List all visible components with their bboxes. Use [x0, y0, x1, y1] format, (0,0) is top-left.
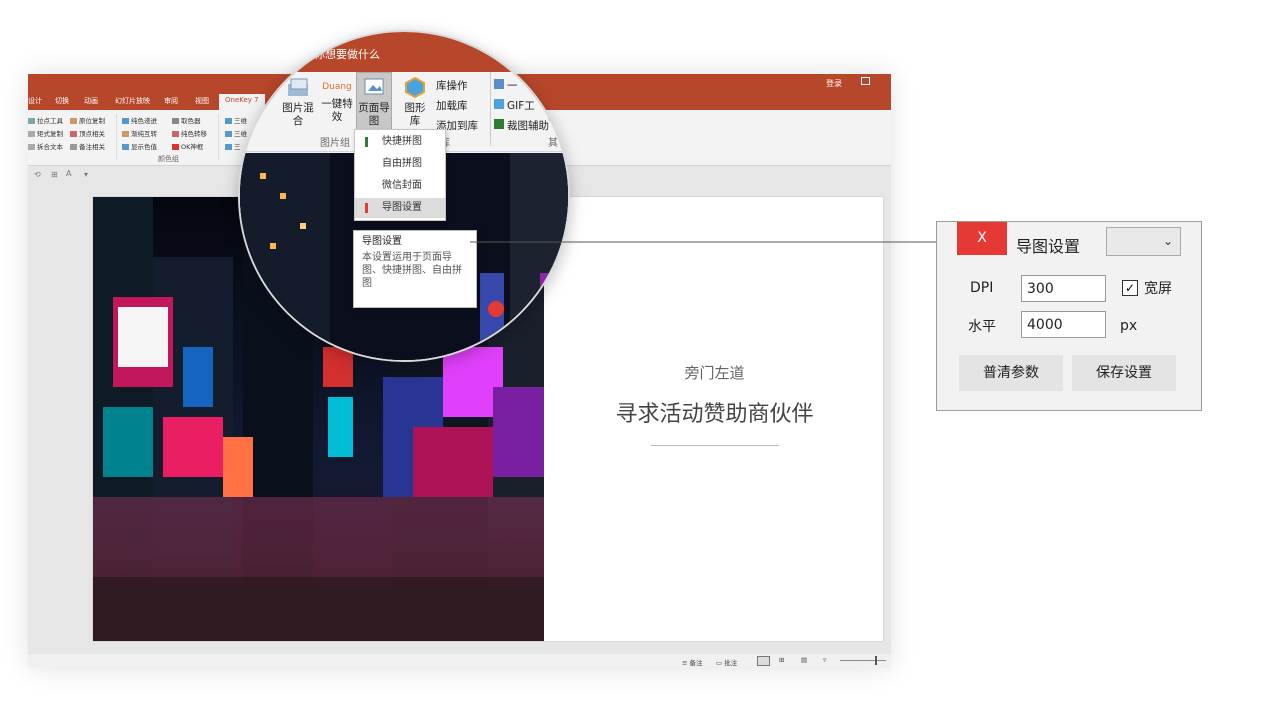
- chevron-down-icon: ⌄: [1163, 234, 1174, 248]
- group-label-image: 图片组: [320, 138, 350, 149]
- slide-title[interactable]: 寻求活动赞助商伙伴: [544, 396, 883, 428]
- group-label-other: 其: [548, 138, 558, 149]
- tab-view[interactable]: 视图: [195, 96, 209, 106]
- library-ops-button[interactable]: 库操作: [436, 76, 478, 96]
- group-label-color: 颜色组: [158, 155, 179, 163]
- px-unit-label: px: [1120, 318, 1138, 334]
- ribbon-item[interactable]: 拉点工具: [28, 115, 63, 125]
- menu-item-quick-collage[interactable]: 快捷拼图: [355, 132, 445, 152]
- tab-design[interactable]: 设计: [28, 96, 42, 106]
- preset-select[interactable]: ⌄: [1106, 227, 1181, 256]
- close-button[interactable]: X: [957, 222, 1007, 255]
- ribbon-item[interactable]: 显示色值: [122, 141, 157, 151]
- tools-menu: 一 GIF工 裁图辅助: [494, 76, 549, 136]
- ribbon-item[interactable]: 取色器: [172, 115, 201, 125]
- duang-icon: Duang: [322, 82, 352, 92]
- normal-view-icon[interactable]: [757, 656, 770, 666]
- library-menu: 库操作 加载库 添加到库: [436, 76, 478, 136]
- research-label[interactable]: 研究院: [548, 113, 568, 123]
- menu-item-export-settings[interactable]: 导图设置: [355, 198, 445, 218]
- export-settings-tooltip: 导图设置 本设置运用于页面导图、快捷拼图、自由拼图: [353, 230, 477, 308]
- zoom-slider[interactable]: [840, 660, 886, 661]
- ribbon-item[interactable]: 原位复制: [70, 115, 105, 125]
- gif-icon: [494, 99, 504, 109]
- tooltip-title: 导图设置: [362, 236, 402, 247]
- horizontal-label: 水平: [968, 319, 996, 335]
- crop-helper-button[interactable]: 裁图辅助: [494, 116, 549, 136]
- export-settings-dialog: X 导图设置 ⌄ DPI ✓ 宽屏 水平 px 普清参数 保存设置: [936, 221, 1202, 411]
- ribbon-item[interactable]: 渐纯互转: [122, 128, 157, 138]
- connector-line: [470, 241, 936, 243]
- title-bar-zoomed: 你想要做什么: [240, 32, 568, 72]
- ribbon-item[interactable]: 纯色转移: [172, 128, 207, 138]
- notes-button[interactable]: ≡ 备注: [682, 657, 703, 667]
- ribbon-display-icon[interactable]: [861, 77, 870, 85]
- menu-item-wechat-cover[interactable]: 微信封面: [355, 176, 445, 196]
- save-settings-button[interactable]: 保存设置: [1072, 355, 1176, 391]
- comments-button[interactable]: ▭ 批注: [716, 657, 737, 667]
- ribbon-item[interactable]: 三: [225, 141, 241, 151]
- page-export-icon: [364, 78, 384, 95]
- zoom-slider-thumb[interactable]: [875, 656, 877, 665]
- tab-animations[interactable]: 动画: [84, 96, 98, 106]
- crop-icon: [494, 119, 504, 129]
- reading-view-icon[interactable]: ▤: [801, 656, 807, 664]
- page-export-dropdown: 快捷拼图 自由拼图 微信封面 导图设置: [354, 129, 446, 221]
- widescreen-checkbox[interactable]: ✓: [1122, 280, 1138, 296]
- ribbon-item[interactable]: 纯色递进: [122, 115, 157, 125]
- dpi-label: DPI: [970, 280, 994, 296]
- tooltip-body: 本设置运用于页面导图、快捷拼图、自由拼图: [362, 252, 462, 289]
- ribbon-item[interactable]: 拆合文本: [28, 141, 63, 151]
- page-export-button[interactable]: 页面导图: [356, 72, 392, 130]
- title-underline: [651, 445, 779, 446]
- status-bar: ≡ 备注 ▭ 批注 ⊞ ▤ ▿: [28, 654, 891, 668]
- group-divider: [490, 72, 491, 146]
- gif-tool-button[interactable]: GIF工: [494, 96, 549, 116]
- image-blend-icon: [288, 78, 308, 96]
- ribbon-item[interactable]: 顶点相关: [70, 128, 105, 138]
- ribbon-item[interactable]: 矩式复制: [28, 128, 63, 138]
- shape-library-icon: [405, 76, 425, 99]
- widescreen-label: 宽屏: [1144, 281, 1172, 297]
- tool-item[interactable]: 一: [494, 76, 549, 96]
- undo-icon[interactable]: ⟲: [34, 170, 41, 179]
- ribbon-item[interactable]: 备注相关: [70, 141, 105, 151]
- shape-library-button[interactable]: 图形库: [400, 76, 430, 128]
- group-divider: [116, 114, 117, 160]
- tool-icon: [494, 79, 504, 89]
- horizontal-input[interactable]: [1021, 311, 1106, 338]
- image-blend-button[interactable]: 图片混合: [278, 76, 318, 128]
- login-link[interactable]: 登录: [826, 78, 842, 89]
- magnifier-lens: 你想要做什么 图片混合 Duang 一键特效 页面导图 图形库 库操作 加载库 …: [238, 30, 570, 362]
- dialog-title: 导图设置: [1016, 237, 1081, 256]
- ribbon-item[interactable]: OK神框: [172, 141, 203, 151]
- one-click-effect-button[interactable]: Duang 一键特效: [318, 76, 356, 124]
- menu-item-free-collage[interactable]: 自由拼图: [355, 154, 445, 174]
- text-size-icon[interactable]: A: [66, 169, 71, 178]
- slide-subtitle[interactable]: 旁门左道: [544, 362, 883, 383]
- tell-me-search[interactable]: 你想要做什么: [314, 46, 380, 62]
- tab-review[interactable]: 审阅: [164, 96, 178, 106]
- load-library-button[interactable]: 加载库: [436, 96, 478, 116]
- slideshow-view-icon[interactable]: ▿: [823, 656, 826, 664]
- reset-params-button[interactable]: 普清参数: [959, 355, 1063, 391]
- format-icon[interactable]: ⊞: [51, 170, 58, 179]
- tab-slideshow[interactable]: 幻灯片放映: [115, 96, 150, 106]
- more-icon[interactable]: ▾: [84, 170, 88, 179]
- dpi-input[interactable]: [1021, 275, 1106, 302]
- tab-transitions[interactable]: 切换: [55, 96, 69, 106]
- group-divider: [218, 114, 219, 160]
- sorter-view-icon[interactable]: ⊞: [779, 656, 784, 664]
